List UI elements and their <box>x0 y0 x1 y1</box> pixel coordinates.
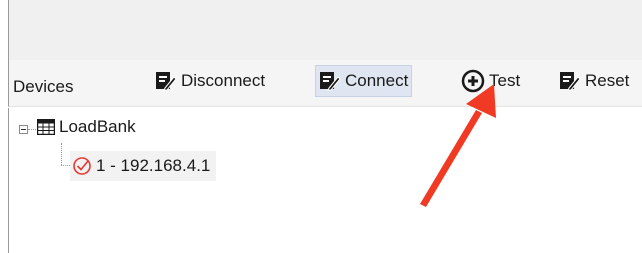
tree-item-label: 1 - 192.168.4.1 <box>96 156 211 175</box>
tree-connector <box>28 129 36 130</box>
disconnect-button[interactable]: Disconnect <box>152 65 268 97</box>
edit-document-icon <box>560 72 581 91</box>
toolbar-title: Devices <box>13 77 74 96</box>
device-tree: LoadBank 1 - 192.168.4.1 <box>8 108 642 253</box>
window-top-bar <box>8 0 642 60</box>
tree-connector <box>61 143 62 165</box>
connect-label: Connect <box>345 71 409 90</box>
edit-document-icon <box>320 72 341 91</box>
reset-label: Reset <box>585 71 630 90</box>
error-check-icon <box>73 157 91 175</box>
connect-button[interactable]: Connect <box>315 65 413 97</box>
app-frame: Devices Disconnect Connect Test Reset Lo… <box>0 0 642 253</box>
disconnect-label: Disconnect <box>181 71 266 90</box>
tree-root-label[interactable]: LoadBank <box>59 117 136 137</box>
tree-item-device[interactable]: 1 - 192.168.4.1 <box>70 151 217 181</box>
reset-button[interactable]: Reset <box>556 65 632 97</box>
annotation-arrow <box>420 84 496 207</box>
devices-toolbar: Devices Disconnect Connect Test Reset <box>8 60 642 107</box>
edit-document-icon <box>156 72 177 91</box>
collapse-toggle[interactable] <box>19 125 28 134</box>
table-icon <box>37 119 55 135</box>
